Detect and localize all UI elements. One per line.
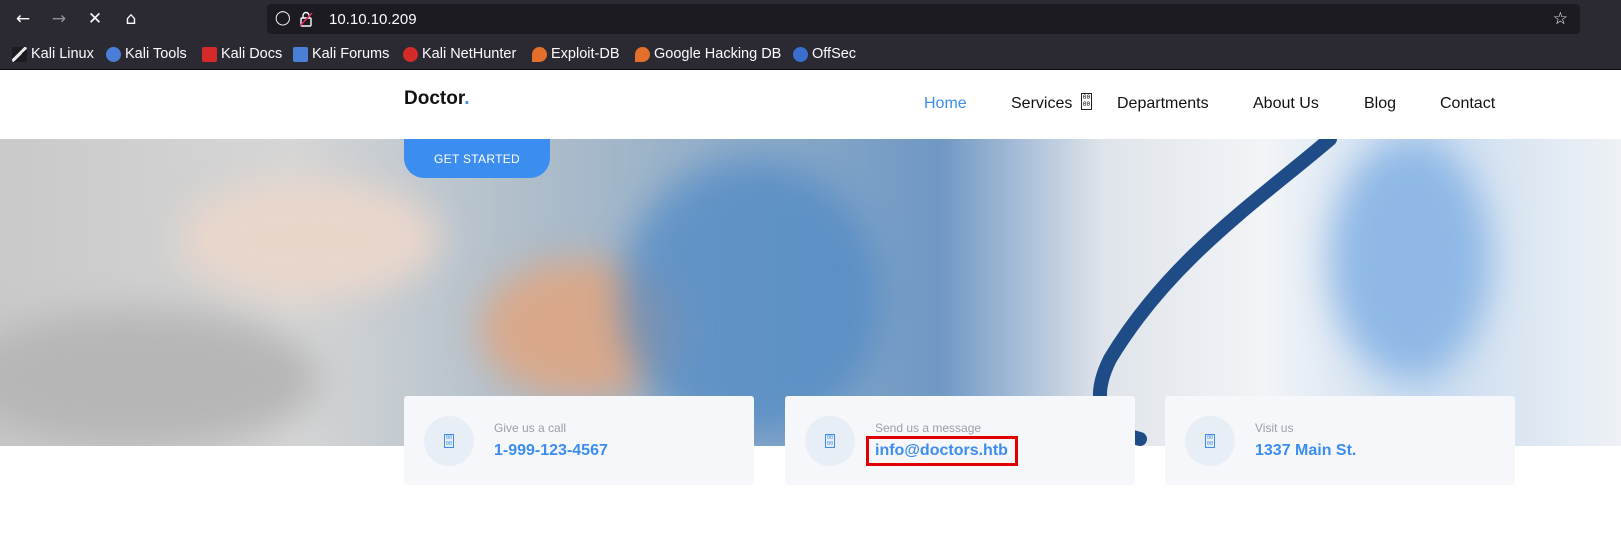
contact-card-call: 00 00 Give us a call 1-999-123-4567: [404, 396, 754, 485]
card-label: Visit us: [1255, 421, 1294, 435]
bookmark-kali-nethunter[interactable]: Kali NetHunter: [403, 45, 516, 63]
bookmark-label: Google Hacking DB: [654, 46, 782, 62]
exploit-db-icon: [532, 46, 547, 62]
card-icon-circle: 00 00: [424, 416, 474, 466]
nav-services[interactable]: Services: [1011, 95, 1072, 113]
hero-blur-shape: [180, 179, 440, 299]
bookmark-label: Kali Docs: [221, 46, 283, 62]
site-logo[interactable]: Doctor.: [404, 88, 469, 110]
bookmark-label: Exploit-DB: [551, 46, 620, 62]
kali-nethunter-icon: [403, 46, 418, 62]
back-arrow-icon[interactable]: ←: [12, 8, 34, 30]
card-icon-circle: 00 00: [1185, 416, 1235, 466]
bookmark-kali-linux[interactable]: Kali Linux: [12, 45, 94, 63]
nav-blog[interactable]: Blog: [1364, 95, 1396, 113]
bookmark-label: OffSec: [812, 46, 857, 62]
bookmark-kali-tools[interactable]: Kali Tools: [106, 45, 187, 63]
home-icon[interactable]: ⌂: [120, 8, 142, 30]
hero-blur-shape: [0, 309, 320, 446]
bookmark-label: Kali NetHunter: [422, 46, 517, 62]
bookmark-kali-forums[interactable]: Kali Forums: [293, 45, 389, 63]
card-icon-circle: 00 00: [805, 416, 855, 466]
logo-text: Doctor: [404, 88, 465, 109]
phone-icon: 00 00: [444, 434, 454, 448]
kali-docs-icon: [202, 46, 217, 62]
bookmark-star-icon[interactable]: ☆: [1553, 9, 1568, 29]
get-started-button[interactable]: GET STARTED: [404, 139, 550, 178]
address-bar[interactable]: ◯ 10.10.10.209 ☆: [267, 4, 1580, 34]
offsec-icon: [793, 46, 808, 62]
nav-about-us[interactable]: About Us: [1253, 95, 1319, 113]
bookmark-google-hacking-db[interactable]: Google Hacking DB: [635, 45, 781, 63]
forward-arrow-icon[interactable]: →: [48, 8, 70, 30]
contact-card-visit: 00 00 Visit us 1337 Main St.: [1165, 396, 1515, 485]
bookmark-offsec[interactable]: OffSec: [793, 45, 856, 63]
kali-forums-icon: [293, 46, 308, 62]
tracking-shield-icon[interactable]: ◯: [275, 10, 291, 26]
card-label: Give us a call: [494, 421, 567, 435]
annotation-highlight-box: [866, 436, 1018, 466]
envelope-icon: 00 00: [825, 434, 835, 448]
bookmark-label: Kali Linux: [31, 46, 94, 62]
bookmark-kali-docs[interactable]: Kali Docs: [202, 45, 282, 63]
nav-home[interactable]: Home: [924, 95, 967, 113]
kali-tools-icon: [106, 46, 121, 62]
bookmark-label: Kali Forums: [312, 46, 390, 62]
insecure-lock-icon[interactable]: [299, 11, 313, 27]
stop-loading-icon[interactable]: ✕: [84, 8, 106, 30]
bookmarks-bar: Kali Linux Kali Tools Kali Docs Kali For…: [0, 37, 1621, 70]
bookmark-exploit-db[interactable]: Exploit-DB: [532, 45, 620, 63]
nav-contact[interactable]: Contact: [1440, 95, 1495, 113]
kali-dragon-icon: [12, 46, 27, 62]
url-text[interactable]: 10.10.10.209: [329, 11, 417, 28]
browser-toolbar: ← → ✕ ⌂ ◯ 10.10.10.209 ☆: [0, 0, 1621, 37]
dropdown-glyph-icon[interactable]: 00 00: [1081, 93, 1092, 110]
bookmark-label: Kali Tools: [125, 46, 187, 62]
address-link[interactable]: 1337 Main St.: [1255, 442, 1356, 460]
phone-number-link[interactable]: 1-999-123-4567: [494, 442, 608, 460]
hero-blur-shape: [1330, 139, 1490, 379]
card-label: Send us a message: [875, 421, 982, 435]
logo-dot: .: [464, 88, 470, 109]
nav-departments[interactable]: Departments: [1117, 95, 1209, 113]
ghdb-icon: [635, 46, 650, 62]
location-icon: 00 00: [1205, 434, 1215, 448]
